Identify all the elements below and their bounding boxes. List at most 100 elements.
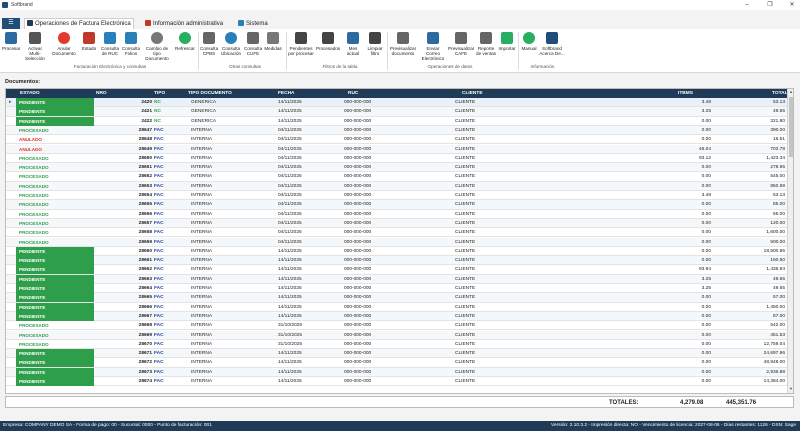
- activar-multiseleccion-button[interactable]: Activar Multi-Selección: [22, 32, 48, 64]
- cell-total: 49.65: [772, 286, 785, 291]
- table-row[interactable]: PROCESADO 28647 FAC INTERNA 04/11/2025 000-00…: [6, 125, 789, 136]
- cell-total: 16.51: [772, 137, 785, 143]
- cambio-tipo-documento-button[interactable]: Cambio de tipo Documento: [142, 32, 172, 64]
- table-row[interactable]: PROCESADO 28652 FAC INTERNA 04/11/2025 000-00…: [6, 172, 789, 182]
- table-row[interactable]: PENDIENTE 28664 FAC INTERNA 14/11/2025 000-00…: [6, 284, 789, 294]
- table-row[interactable]: PROCESADO 28654 FAC INTERNA 04/11/2025 000-00…: [6, 191, 789, 201]
- table-row[interactable]: PROCESADO 28651 FAC INTERNA 04/11/2025 000-00…: [6, 163, 789, 173]
- table-row[interactable]: PENDIENTE 28663 FAC INTERNA 14/11/2025 000-00…: [6, 274, 789, 284]
- manual-button[interactable]: Manual: [520, 32, 538, 64]
- table-row[interactable]: PENDIENTE 28667 FAC INTERNA 14/11/2025 000-00…: [6, 311, 789, 322]
- cell-cliente: CLIENTE: [455, 323, 476, 329]
- table-row[interactable]: PROCESADO 28670 FAC INTERNA 31/10/2025 000-00…: [6, 340, 789, 350]
- cell-ruc: 000-000-000: [344, 379, 372, 384]
- cell-ruc: 000-000-000: [344, 313, 372, 319]
- table-row[interactable]: PROCESADO 28668 FAC INTERNA 31/10/2025 000-00…: [6, 321, 789, 331]
- table-row[interactable]: PENDIENTE 2422 NC GENERICA 14/11/2025 000-000…: [6, 116, 789, 126]
- column-header-itbms[interactable]: ITBMS: [678, 91, 693, 96]
- documents-grid[interactable]: ESTADO NRO TIPO TIPO DOCUMENTO FECHA RUC…: [5, 88, 794, 394]
- column-header-tipo-documento[interactable]: TIPO DOCUMENTO: [188, 91, 232, 96]
- cell-itbms: 0.00: [701, 360, 711, 366]
- cell-nro: 28660: [138, 248, 152, 254]
- table-row[interactable]: PENDIENTE 2421 NC GENERICA 14/11/2025 000-000…: [6, 107, 789, 117]
- table-row[interactable]: ▸ PENDIENTE 2420 NC GENERICA 14/11/2025 000-00…: [6, 98, 789, 108]
- column-header-nro[interactable]: NRO: [96, 91, 107, 96]
- cell-tipo-documento: INTERNA: [191, 276, 213, 282]
- procesar-button[interactable]: Procesar: [2, 32, 20, 64]
- table-row[interactable]: PROCESADO 28659 FAC INTERNA 04/11/2025 000-00…: [6, 237, 789, 247]
- consulta-cufe-button[interactable]: Consulta CUFE: [244, 32, 262, 64]
- scroll-down-arrow-icon[interactable]: ▼: [788, 386, 793, 392]
- scroll-up-arrow-icon[interactable]: ▲: [788, 89, 793, 95]
- file-menu-button[interactable]: ☰: [2, 18, 20, 29]
- previsualizar-documento-button[interactable]: Previsualizar documento: [388, 32, 418, 64]
- table-row[interactable]: PENDIENTE 28672 FAC INTERNA 14/11/2025 000-00…: [6, 358, 789, 368]
- enviar-correo-button[interactable]: Enviar Correo Electrónico: [419, 32, 447, 64]
- cell-itbms: 0.00: [701, 220, 711, 226]
- tab-informacion-administrativa[interactable]: Información administrativa: [143, 19, 225, 29]
- cell-tipo: FAC: [154, 313, 164, 319]
- restore-button[interactable]: ❐: [763, 1, 777, 9]
- table-row[interactable]: PROCESADO 28656 FAC INTERNA 04/11/2025 000-00…: [6, 210, 789, 219]
- tab-sistema[interactable]: Sistema: [236, 19, 270, 29]
- cell-tipo-documento: INTERNA: [191, 239, 213, 245]
- table-row[interactable]: PENDIENTE 28674 FAC INTERNA 14/11/2025 000-00…: [6, 377, 789, 387]
- pendientes-por-procesar-button[interactable]: Pendientes por procesar: [288, 32, 314, 64]
- table-row[interactable]: PENDIENTE 28660 FAC INTERNA 14/11/2025 000-00…: [6, 246, 789, 257]
- medidas-button[interactable]: Medidas: [263, 32, 283, 64]
- table-row[interactable]: PROCESADO 28658 FAC INTERNA 04/11/2025 000-00…: [6, 228, 789, 238]
- table-row[interactable]: ANULADO 28648 FAC INTERNA 04/11/2025 000-000-…: [6, 135, 789, 145]
- cell-fecha: 04/11/2025: [278, 220, 302, 226]
- column-header-total[interactable]: TOTAL: [772, 91, 788, 96]
- acerca-de-button[interactable]: Softbrand Acerca De...: [539, 32, 565, 64]
- cell-itbms: 0.00: [701, 379, 711, 384]
- status-badge: PENDIENTE: [16, 256, 94, 266]
- procesados-button[interactable]: Procesados: [315, 32, 341, 64]
- table-row[interactable]: PROCESADO 28669 FAC INTERNA 31/10/2025 000-00…: [6, 330, 789, 340]
- column-header-cliente[interactable]: CLIENTE: [462, 91, 483, 96]
- table-row[interactable]: ANULADO 28649 FAC INTERNA 04/11/2025 000-000-…: [6, 144, 789, 154]
- cell-tipo-documento: INTERNA: [191, 323, 213, 329]
- importar-button[interactable]: Importar: [498, 32, 516, 64]
- consulta-ruc-button[interactable]: Consulta de RUC: [100, 32, 120, 64]
- mes-actual-button[interactable]: Mes actual: [342, 32, 364, 64]
- table-row[interactable]: PENDIENTE 28671 FAC INTERNA 14/11/2025 000-00…: [6, 349, 789, 359]
- cell-cliente: CLIENTE: [455, 239, 476, 245]
- table-row[interactable]: PENDIENTE 28666 FAC INTERNA 14/11/2025 000-00…: [6, 302, 789, 312]
- filter-clock-icon: [295, 32, 307, 44]
- limpiar-filtro-button[interactable]: Limpiar filtro: [365, 32, 385, 64]
- estado-button[interactable]: Estado: [80, 32, 98, 64]
- minimize-button[interactable]: –: [740, 1, 754, 9]
- refrescar-button[interactable]: Refrescar: [174, 32, 196, 64]
- consulta-folios-button[interactable]: Consulta Folios: [121, 32, 141, 64]
- previsualizar-cafe-button[interactable]: Previsualizar CAFE: [448, 32, 474, 64]
- cell-fecha: 04/11/2025: [278, 174, 302, 180]
- table-row[interactable]: PENDIENTE 28662 FAC INTERNA 14/11/2025 000-00…: [6, 265, 789, 275]
- cell-tipo: FAC: [154, 323, 164, 329]
- column-header-fecha[interactable]: FECHA: [278, 91, 295, 96]
- reporte-ventas-button[interactable]: Reporte de ventas: [475, 32, 497, 64]
- table-row[interactable]: PENDIENTE 28673 FAC INTERNA 14/11/2025 000-00…: [6, 367, 789, 377]
- status-badge: PENDIENTE: [16, 107, 94, 117]
- cell-ruc: 000-000-000: [344, 230, 372, 236]
- consulta-cpbs-button[interactable]: Consulta CPBS: [200, 32, 218, 64]
- close-button[interactable]: ✕: [785, 1, 799, 9]
- table-row[interactable]: PROCESADO 28657 FAC INTERNA 04/11/2025 000-00…: [6, 218, 789, 229]
- cell-tipo-documento: INTERNA: [191, 304, 213, 310]
- column-header-estado[interactable]: ESTADO: [20, 91, 40, 96]
- table-row[interactable]: PROCESADO 28655 FAC INTERNA 04/11/2025 000-00…: [6, 200, 789, 210]
- cell-ruc: 000-000-000: [344, 258, 372, 264]
- cell-itbms: 0.00: [701, 230, 711, 236]
- anular-documento-button[interactable]: Anular Documento: [52, 32, 76, 64]
- table-row[interactable]: PENDIENTE 28665 FAC INTERNA 14/11/2025 000-00…: [6, 293, 789, 303]
- table-row[interactable]: PENDIENTE 28661 FAC INTERNA 14/11/2025 000-00…: [6, 256, 789, 266]
- consulta-ubicacion-button[interactable]: Consulta Ubicación: [219, 32, 243, 64]
- table-row[interactable]: PROCESADO 28653 FAC INTERNA 04/11/2025 000-00…: [6, 181, 789, 191]
- cell-tipo-documento: INTERNA: [191, 379, 213, 384]
- column-header-tipo[interactable]: TIPO: [154, 91, 165, 96]
- grid-vertical-scrollbar[interactable]: ▲ ▼: [787, 89, 793, 393]
- tab-operaciones[interactable]: Operaciones de Factura Electrónica: [24, 18, 134, 29]
- table-row[interactable]: PROCESADO 28650 FAC INTERNA 04/11/2025 000-00…: [6, 154, 789, 164]
- column-header-ruc[interactable]: RUC: [348, 91, 358, 96]
- scrollbar-thumb[interactable]: [789, 97, 793, 157]
